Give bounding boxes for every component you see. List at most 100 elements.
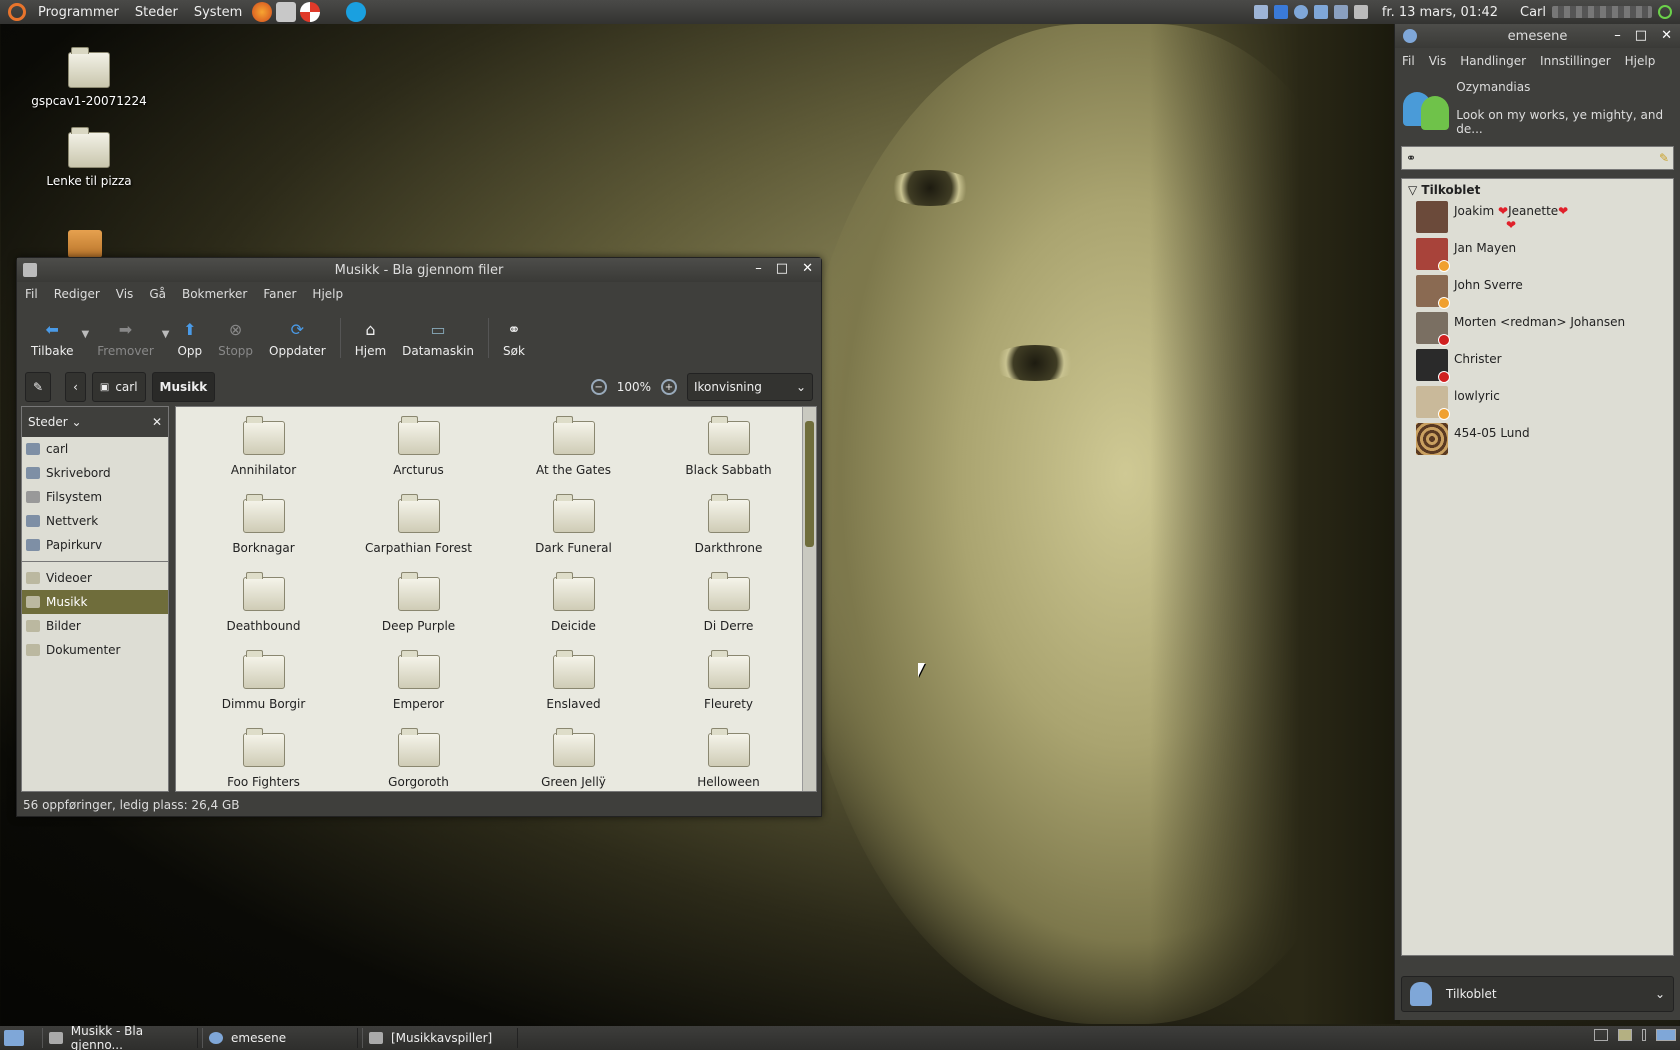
contact-search-input[interactable]: ⚭ ✎ (1401, 146, 1674, 170)
toggle-location-entry-button[interactable]: ✎ (25, 372, 52, 402)
maximize-icon[interactable]: □ (1635, 28, 1647, 43)
printer-icon[interactable] (1333, 5, 1348, 19)
folder-item[interactable]: Gorgoroth (341, 728, 496, 791)
home-button[interactable]: ⌂ Hjem (347, 320, 394, 359)
menu-system[interactable]: System (186, 5, 250, 20)
workspace-2[interactable] (1618, 1029, 1632, 1041)
menu-fil[interactable]: Fil (17, 287, 46, 301)
sidebar-item-filsystem[interactable]: Filsystem (22, 485, 168, 509)
firefox-icon[interactable] (252, 2, 273, 22)
contact-454-05-lund[interactable]: 454-05 Lund (1402, 423, 1673, 460)
folder-item[interactable]: Emperor (341, 650, 496, 729)
desktop-icon-gspcav1[interactable]: gspcav1-20071224 (19, 47, 159, 108)
forward-button[interactable]: ➡ Fremover (89, 320, 162, 359)
folder-item[interactable]: Helloween (651, 728, 806, 791)
sidebar-item-dokumenter[interactable]: Dokumenter (22, 638, 168, 662)
forward-history-dropdown[interactable]: ▼ (162, 329, 170, 340)
close-icon[interactable]: ✕ (802, 261, 813, 276)
folder-item[interactable]: Arcturus (341, 416, 496, 495)
menu-handlinger[interactable]: Handlinger (1453, 54, 1533, 68)
close-icon[interactable]: ✕ (1661, 28, 1672, 43)
folder-item[interactable]: At the Gates (496, 416, 651, 495)
zoom-out-icon[interactable]: − (590, 379, 607, 395)
workspace-3[interactable] (1642, 1029, 1646, 1041)
contact-christer[interactable]: Christer (1402, 349, 1673, 386)
contact-joakim[interactable]: Joakim ❤Jeanette❤ ❤ (1402, 201, 1673, 238)
back-button[interactable]: ⬅ Tilbake (23, 320, 82, 359)
folder-item[interactable]: Borknagar (186, 494, 341, 573)
desktop-icon-pizza-link[interactable]: Lenke til pizza (19, 127, 159, 188)
volume-icon[interactable] (1353, 5, 1368, 19)
file-browser-titlebar[interactable]: Musikk - Bla gjennom filer – □ ✕ (17, 258, 821, 282)
folder-item[interactable]: Annihilator (186, 416, 341, 495)
back-history-dropdown[interactable]: ▼ (82, 329, 90, 340)
skype-icon[interactable] (346, 2, 367, 22)
bluetooth-icon[interactable] (1273, 5, 1288, 19)
emesene-window-icon[interactable] (1403, 29, 1417, 43)
personal-message[interactable]: Look on my works, ye mighty, and de... (1456, 108, 1680, 136)
menu-rediger[interactable]: Rediger (46, 287, 108, 301)
search-button[interactable]: ⚭ Søk (495, 320, 533, 359)
computer-button[interactable]: ▭ Datamaskin (394, 320, 482, 359)
view-mode-select[interactable]: Ikonvisning ⌄ (687, 373, 813, 401)
path-button-carl[interactable]: ▣ carl (91, 372, 146, 402)
folder-item[interactable]: Dimmu Borgir (186, 650, 341, 729)
task-music-player[interactable]: [Musikkavspiller] (362, 1028, 518, 1048)
folder-item[interactable]: Dark Funeral (496, 494, 651, 573)
folder-item[interactable]: Foo Fighters (186, 728, 341, 791)
vertical-scrollbar[interactable] (802, 407, 816, 791)
sidebar-item-videoer[interactable]: Videoer (22, 566, 168, 590)
folder-item[interactable]: Deicide (496, 572, 651, 651)
menu-hjelp[interactable]: Hjelp (1618, 54, 1663, 68)
trash-applet-icon[interactable] (1656, 1029, 1676, 1041)
menu-vis[interactable]: Vis (1422, 54, 1454, 68)
menu-programmer[interactable]: Programmer (30, 5, 127, 20)
zoom-in-icon[interactable]: + (661, 379, 677, 395)
power-icon[interactable] (1658, 5, 1672, 19)
folder-item[interactable]: Di Derre (651, 572, 806, 651)
workspace-1[interactable] (1594, 1029, 1608, 1041)
ubuntu-logo-icon[interactable] (8, 3, 26, 21)
folder-item[interactable]: Darkthrone (651, 494, 806, 573)
contact-lowlyric[interactable]: lowlyric (1402, 386, 1673, 423)
help-lifebuoy-icon[interactable] (300, 2, 321, 22)
menu-steder[interactable]: Steder (127, 5, 186, 20)
scrollbar-thumb[interactable] (805, 421, 814, 547)
path-back-arrow[interactable]: ‹ (65, 372, 86, 402)
sidebar-item-skrivebord[interactable]: Skrivebord (22, 461, 168, 485)
contact-morten[interactable]: Morten <redman> Johansen (1402, 312, 1673, 349)
group-header-online[interactable]: ▽ Tilkoblet (1402, 179, 1673, 201)
user-name[interactable]: Carl (1520, 5, 1546, 20)
menu-innstillinger[interactable]: Innstillinger (1533, 54, 1618, 68)
up-button[interactable]: ⬆ Opp (169, 320, 210, 359)
emesene-titlebar[interactable]: emesene – □ ✕ (1395, 24, 1680, 48)
minimize-icon[interactable]: – (755, 261, 762, 276)
menu-fil[interactable]: Fil (1395, 54, 1422, 68)
messenger-tray-icon[interactable] (1293, 5, 1308, 19)
menu-hjelp[interactable]: Hjelp (304, 287, 351, 301)
sidebar-item-bilder[interactable]: Bilder (22, 614, 168, 638)
menu-bokmerker[interactable]: Bokmerker (174, 287, 255, 301)
nickname[interactable]: Ozymandias (1456, 80, 1680, 94)
folder-item[interactable]: Deathbound (186, 572, 341, 651)
contact-jan-mayen[interactable]: Jan Mayen (1402, 238, 1673, 275)
folder-item[interactable]: Carpathian Forest (341, 494, 496, 573)
sidebar-item-carl[interactable]: carl (22, 437, 168, 461)
task-emesene[interactable]: emesene (202, 1028, 358, 1048)
show-desktop-icon[interactable] (4, 1030, 24, 1046)
sidebar-item-nettverk[interactable]: Nettverk (22, 509, 168, 533)
folder-item[interactable]: Fleurety (651, 650, 806, 729)
folder-item[interactable]: Deep Purple (341, 572, 496, 651)
clear-brush-icon[interactable]: ✎ (1659, 151, 1669, 165)
mail-icon[interactable] (276, 2, 297, 22)
tray-device-icon[interactable] (1253, 5, 1268, 19)
sidebar-type-select[interactable]: Steder ⌄ (28, 415, 82, 429)
task-file-browser[interactable]: Musikk - Bla gjenno... (42, 1024, 198, 1050)
sidebar-item-papirkurv[interactable]: Papirkurv (22, 533, 168, 557)
folder-item[interactable]: Enslaved (496, 650, 651, 729)
stop-button[interactable]: ⊗ Stopp (210, 320, 261, 359)
maximize-icon[interactable]: □ (776, 261, 788, 276)
folder-item[interactable]: Green Jellÿ (496, 728, 651, 791)
contact-john-sverre[interactable]: John Sverre (1402, 275, 1673, 312)
sidebar-close-icon[interactable]: ✕ (152, 415, 162, 429)
